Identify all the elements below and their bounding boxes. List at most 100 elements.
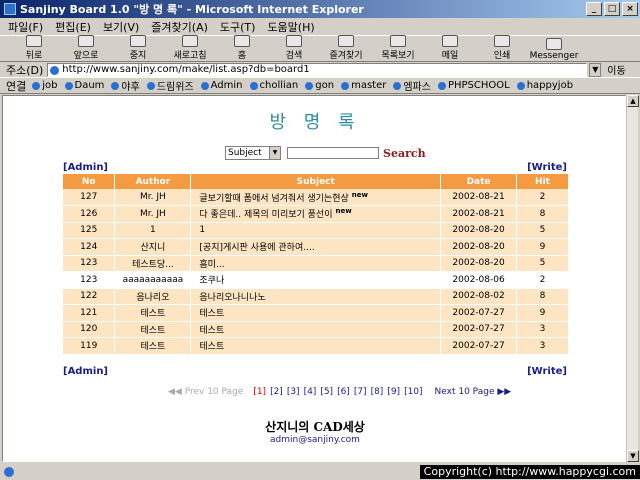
menu-view[interactable]: 보기(V): [103, 19, 139, 35]
refresh-button[interactable]: 새로고침: [164, 35, 216, 61]
search-field-select[interactable]: Subject ▼: [225, 146, 281, 160]
new-badge: new: [335, 207, 352, 216]
scroll-down-icon[interactable]: ▼: [627, 450, 639, 462]
cell-subject[interactable]: 글보기할때 폼에서 넘겨줘서 생기는현상 new: [190, 189, 442, 206]
forward-label: 앞으로: [73, 51, 99, 61]
subject-link[interactable]: 음나리오나니나노: [199, 293, 265, 303]
cell-author[interactable]: Mr. JH: [114, 189, 192, 206]
write-link-bottom[interactable]: [Write]: [527, 366, 567, 377]
subject-link[interactable]: 테스트: [199, 309, 224, 319]
cell-author[interactable]: 테스트: [114, 321, 192, 338]
cell-subject[interactable]: 1: [190, 222, 442, 239]
prev-10-pages[interactable]: ◀◀ Prev 10 Page: [168, 387, 243, 397]
go-button[interactable]: 이동: [607, 62, 625, 77]
cell-no: 124: [63, 238, 116, 256]
menu-favorites[interactable]: 즐겨찾기(A): [151, 19, 208, 35]
link-phpschool[interactable]: PHPSCHOOL: [438, 80, 510, 91]
search-toolbar-button[interactable]: 검색: [268, 35, 320, 61]
stop-button[interactable]: 중지: [112, 35, 164, 61]
subject-link[interactable]: 다 좋은데.. 제목의 미리보기 풍선이: [199, 210, 332, 220]
cell-subject[interactable]: 흠미...: [190, 255, 442, 272]
link-admin[interactable]: Admin: [201, 80, 243, 91]
write-link-top[interactable]: [Write]: [527, 162, 567, 173]
maximize-button[interactable]: □: [604, 2, 620, 16]
link-job[interactable]: job: [32, 80, 57, 91]
cell-author[interactable]: 음나리오: [114, 288, 192, 305]
minimize-button[interactable]: _: [586, 2, 602, 16]
mail-label: 메일: [441, 51, 459, 61]
admin-link-top[interactable]: [Admin]: [63, 162, 108, 173]
history-button[interactable]: 목록보기: [372, 35, 424, 61]
link-gon[interactable]: gon: [305, 80, 334, 91]
subject-link[interactable]: 테스트: [199, 326, 224, 336]
link-daum[interactable]: Daum: [65, 80, 105, 91]
messenger-icon: [546, 38, 562, 50]
cell-subject[interactable]: 다 좋은데.. 제목의 미리보기 풍선이 new: [190, 205, 442, 223]
cell-author[interactable]: 1: [114, 222, 192, 239]
link-yahoo[interactable]: 야후: [111, 78, 139, 93]
page-link-3[interactable]: [3]: [287, 387, 300, 397]
subject-link[interactable]: 테스트: [199, 342, 224, 352]
page-link-2[interactable]: [2]: [270, 387, 283, 397]
search-input[interactable]: [287, 147, 379, 159]
subject-link[interactable]: 1: [199, 225, 205, 235]
page-link-10[interactable]: [10]: [404, 387, 422, 397]
close-button[interactable]: ×: [622, 2, 638, 16]
vertical-scrollbar[interactable]: ▲ ▼: [626, 95, 639, 462]
menu-file[interactable]: 파일(F): [8, 19, 43, 35]
admin-link-bottom[interactable]: [Admin]: [63, 366, 108, 377]
menu-tools[interactable]: 도구(T): [220, 19, 256, 35]
cell-author[interactable]: 테스트: [114, 304, 192, 322]
forward-button[interactable]: 앞으로: [60, 35, 112, 61]
toolbar: 뒤로 앞으로 중지 새로고침 홈 검색 즐겨찾기 목록보기 메일 인쇄 Mess…: [0, 35, 640, 62]
subject-link[interactable]: 흠미...: [199, 260, 224, 270]
address-dropdown-icon[interactable]: ▼: [589, 62, 602, 77]
cell-hit: 8: [516, 205, 569, 223]
page-link-9[interactable]: [9]: [387, 387, 400, 397]
cell-author[interactable]: 테스트당...: [114, 255, 192, 272]
cell-subject[interactable]: 음나리오나니나노: [190, 288, 442, 305]
refresh-icon: [182, 35, 198, 47]
search-button[interactable]: Search: [383, 147, 426, 160]
cell-author[interactable]: aaaaaaaaaaa: [114, 271, 192, 289]
back-button[interactable]: 뒤로: [8, 35, 60, 61]
page-link-7[interactable]: [7]: [354, 387, 367, 397]
link-chollian[interactable]: chollian: [250, 80, 299, 91]
page-link-8[interactable]: [8]: [371, 387, 384, 397]
cell-author[interactable]: Mr. JH: [114, 205, 192, 223]
messenger-button[interactable]: Messenger: [528, 38, 580, 61]
table-row: 125 1 1 2002-08-20 5: [63, 222, 569, 239]
menu-help[interactable]: 도움말(H): [267, 19, 314, 35]
subject-link[interactable]: [공지]게시판 사용에 관하여....: [199, 243, 314, 253]
subject-link[interactable]: 조쿠나: [199, 276, 224, 286]
cell-date: 2002-08-21: [440, 189, 518, 206]
link-dreamwiz[interactable]: 드림위즈: [147, 78, 194, 93]
cell-subject[interactable]: 테스트: [190, 337, 442, 355]
home-label: 홈: [237, 51, 247, 61]
page-link-4[interactable]: [4]: [304, 387, 317, 397]
cell-subject[interactable]: 테스트: [190, 304, 442, 322]
next-10-pages[interactable]: Next 10 Page ▶▶: [435, 387, 512, 397]
favorites-button[interactable]: 즐겨찾기: [320, 35, 372, 61]
link-happyjob[interactable]: happyjob: [517, 80, 573, 91]
page-link-1[interactable]: [1]: [253, 387, 266, 397]
cell-author[interactable]: 테스트: [114, 337, 192, 355]
address-input[interactable]: http://www.sanjiny.com/make/list.asp?db=…: [47, 62, 588, 77]
link-empas[interactable]: 엠파스: [393, 78, 431, 93]
cell-author[interactable]: 산지니: [114, 238, 192, 256]
mail-icon: [442, 35, 458, 47]
cell-subject[interactable]: 테스트: [190, 321, 442, 338]
cell-subject[interactable]: 조쿠나: [190, 271, 442, 289]
page-link-6[interactable]: [6]: [337, 387, 350, 397]
print-button[interactable]: 인쇄: [476, 35, 528, 61]
page-link-5[interactable]: [5]: [320, 387, 333, 397]
stop-icon: [130, 35, 146, 47]
subject-link[interactable]: 글보기할때 폼에서 넘겨줘서 생기는현상: [199, 194, 348, 204]
link-master[interactable]: master: [341, 80, 386, 91]
home-button[interactable]: 홈: [216, 35, 268, 61]
scroll-up-icon[interactable]: ▲: [627, 95, 639, 107]
menu-edit[interactable]: 편집(E): [55, 19, 91, 35]
mail-button[interactable]: 메일: [424, 35, 476, 61]
cell-subject[interactable]: [공지]게시판 사용에 관하여....: [190, 238, 442, 256]
footer-email-link[interactable]: admin@sanjiny.com: [3, 435, 625, 445]
